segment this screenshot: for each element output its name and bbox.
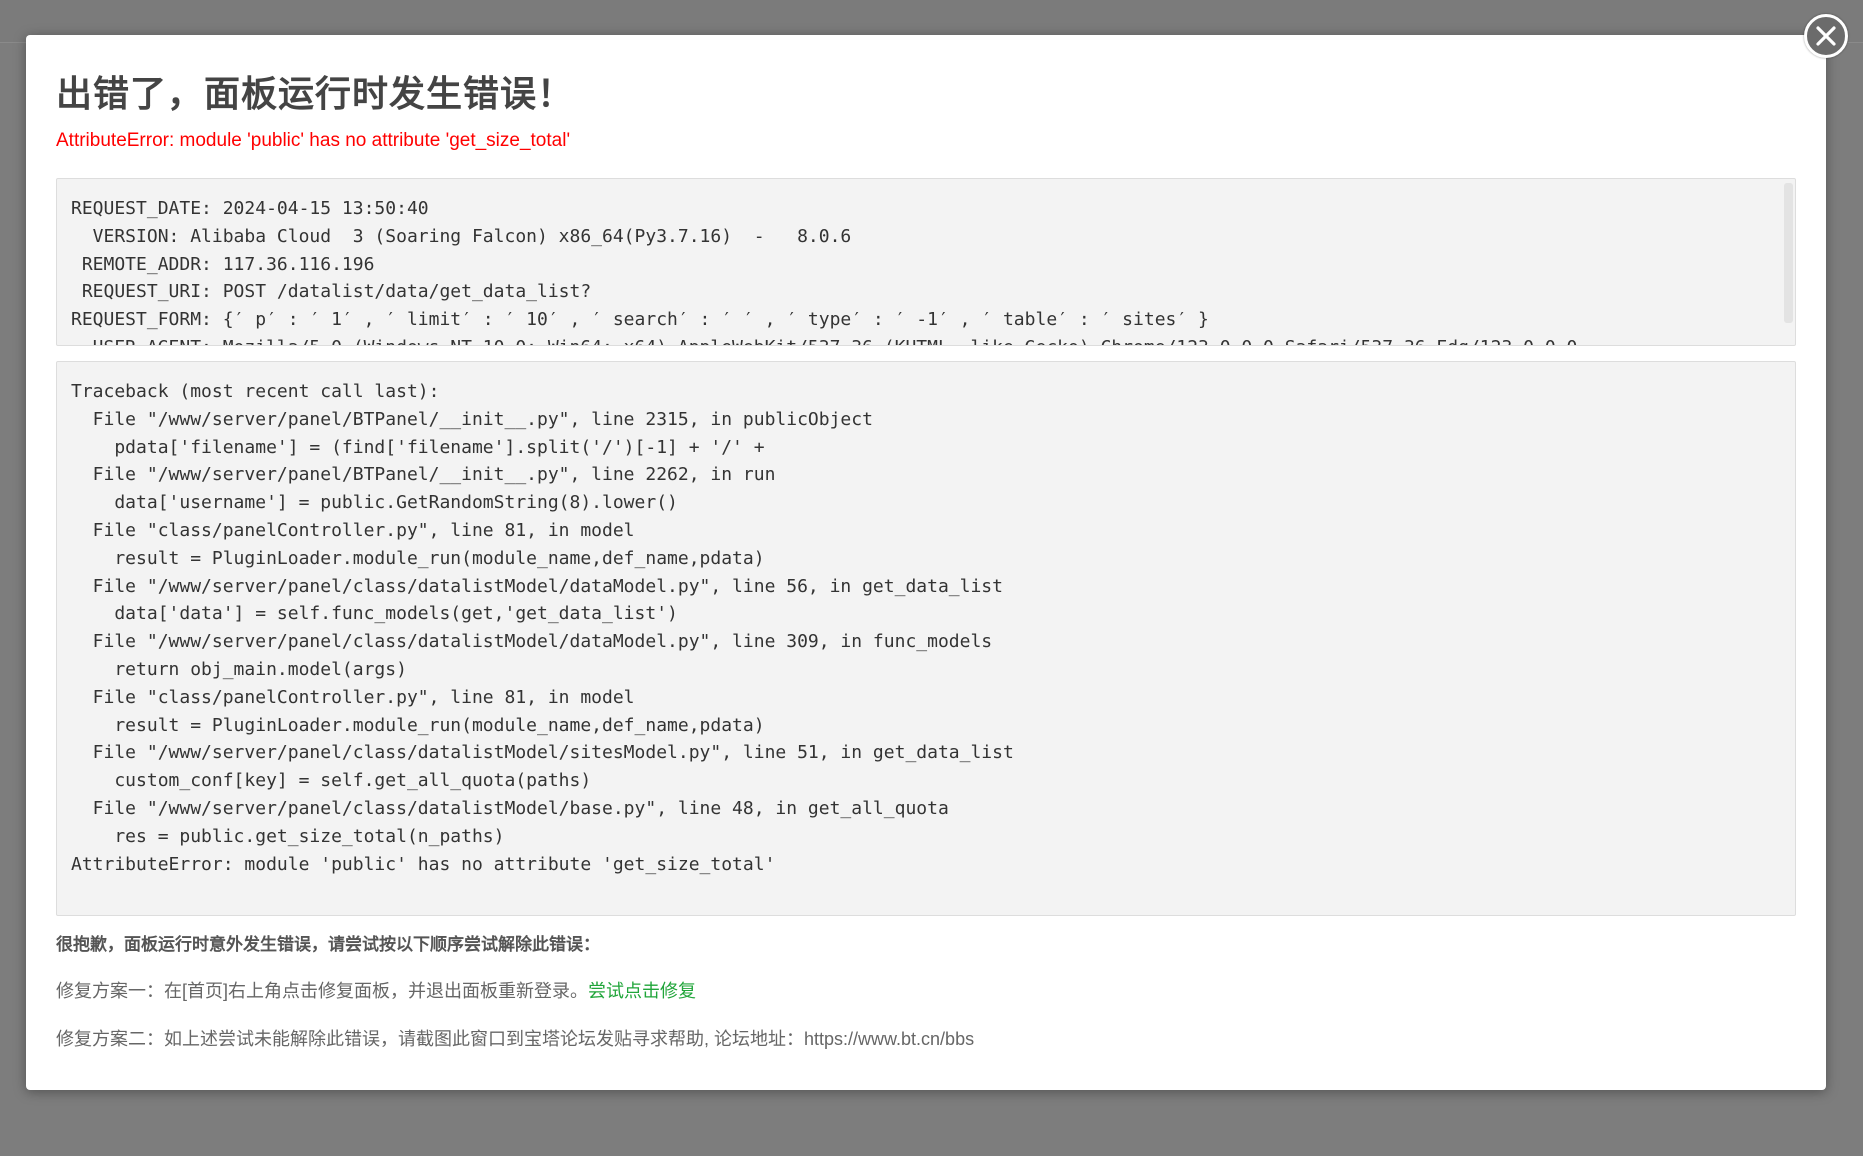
close-icon	[1816, 26, 1836, 46]
traceback-text: Traceback (most recent call last): File …	[71, 381, 1014, 875]
fix-option-one: 修复方案一：在[首页]右上角点击修复面板，并退出面板重新登录。尝试点击修复	[56, 977, 696, 1003]
traceback-box: Traceback (most recent call last): File …	[56, 361, 1796, 916]
error-message: AttributeError: module 'public' has no a…	[56, 130, 571, 151]
fix-option-one-text: 修复方案一：在[首页]右上角点击修复面板，并退出面板重新登录。	[56, 981, 588, 1001]
request-box-scrollbar[interactable]	[1784, 183, 1793, 323]
help-heading: 很抱歉，面板运行时意外发生错误，请尝试按以下顺序尝试解除此错误：	[56, 935, 600, 954]
close-button[interactable]	[1804, 14, 1848, 58]
request-info-text: REQUEST_DATE: 2024-04-15 13:50:40 VERSIO…	[71, 198, 1577, 345]
error-dialog: 出错了，面板运行时发生错误！ AttributeError: module 'p…	[26, 35, 1826, 1090]
try-repair-link[interactable]: 尝试点击修复	[588, 981, 696, 1001]
fix-option-two: 修复方案二：如上述尝试未能解除此错误，请截图此窗口到宝塔论坛发贴寻求帮助, 论坛…	[56, 1029, 975, 1049]
dialog-title: 出错了，面板运行时发生错误！	[56, 73, 575, 114]
request-info-box[interactable]: REQUEST_DATE: 2024-04-15 13:50:40 VERSIO…	[56, 178, 1796, 346]
